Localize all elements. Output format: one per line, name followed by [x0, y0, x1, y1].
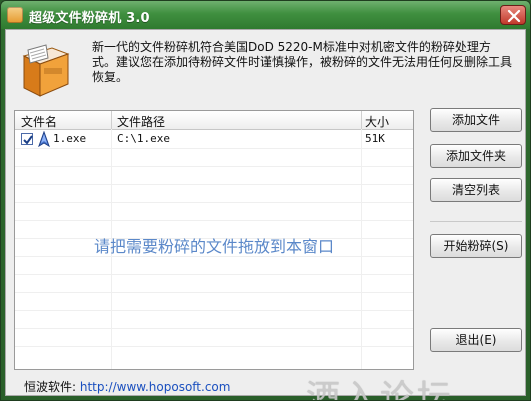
grid-line: [15, 148, 413, 149]
button-separator: [430, 221, 522, 222]
app-window: 超级文件粉碎机 3.0 新一代的文件粉碎机符合美国DoD 5220-M标准中对机…: [0, 0, 531, 401]
status-label: 恒波软件:: [24, 380, 77, 394]
description-text: 新一代的文件粉碎机符合美国DoD 5220-M标准中对机密文件的粉碎处理方式。建…: [92, 40, 513, 84]
exit-button[interactable]: 退出(E): [430, 328, 522, 352]
client-area: 新一代的文件粉碎机符合美国DoD 5220-M标准中对机密文件的粉碎处理方式。建…: [5, 29, 526, 400]
grid-line: [15, 220, 413, 221]
app-icon: [7, 7, 23, 23]
file-path-cell: C:\1.exe: [117, 132, 170, 145]
grid-line: [15, 274, 413, 275]
column-header-name[interactable]: 文件名: [21, 113, 57, 130]
drop-hint: 请把需要粉碎的文件拖放到本窗口: [93, 237, 334, 256]
clear-list-button[interactable]: 清空列表: [430, 178, 522, 202]
grid-line: [15, 184, 413, 185]
check-icon: [23, 135, 33, 145]
close-button[interactable]: [500, 5, 526, 25]
grid-line: [15, 310, 413, 311]
grid-line: [15, 166, 413, 167]
shredder-logo-icon: [16, 42, 76, 102]
grid-line: [15, 292, 413, 293]
add-file-button[interactable]: 添加文件: [430, 108, 522, 132]
window-title: 超级文件粉碎机 3.0: [29, 11, 150, 26]
file-list[interactable]: 文件名 文件路径 大小 1.exe C:\1.exe 51K 请把需要粉碎的文件…: [14, 110, 414, 370]
column-separator[interactable]: [361, 111, 362, 129]
column-separator[interactable]: [111, 111, 112, 129]
start-shred-button[interactable]: 开始粉碎(S): [430, 234, 522, 258]
column-header-size[interactable]: 大小: [365, 113, 389, 130]
file-list-header: 文件名 文件路径 大小: [15, 111, 413, 130]
website-link[interactable]: http://www.hoposoft.com: [80, 380, 231, 394]
file-name-cell: 1.exe: [53, 132, 87, 145]
row-checkbox[interactable]: [21, 133, 33, 145]
grid-line: [15, 346, 413, 347]
table-row[interactable]: 1.exe C:\1.exe 51K: [15, 130, 413, 148]
file-size-cell: 51K: [365, 132, 385, 145]
close-icon: [507, 10, 521, 22]
file-exe-icon: [37, 130, 51, 148]
grid-line: [15, 202, 413, 203]
grid-line: [15, 328, 413, 329]
add-folder-button[interactable]: 添加文件夹: [430, 144, 522, 168]
title-bar[interactable]: 超级文件粉碎机 3.0: [1, 1, 530, 29]
status-bar: 恒波软件: http://www.hoposoft.com: [24, 378, 230, 395]
watermark: 酒入论坛: [306, 378, 454, 401]
column-header-path[interactable]: 文件路径: [117, 113, 165, 130]
